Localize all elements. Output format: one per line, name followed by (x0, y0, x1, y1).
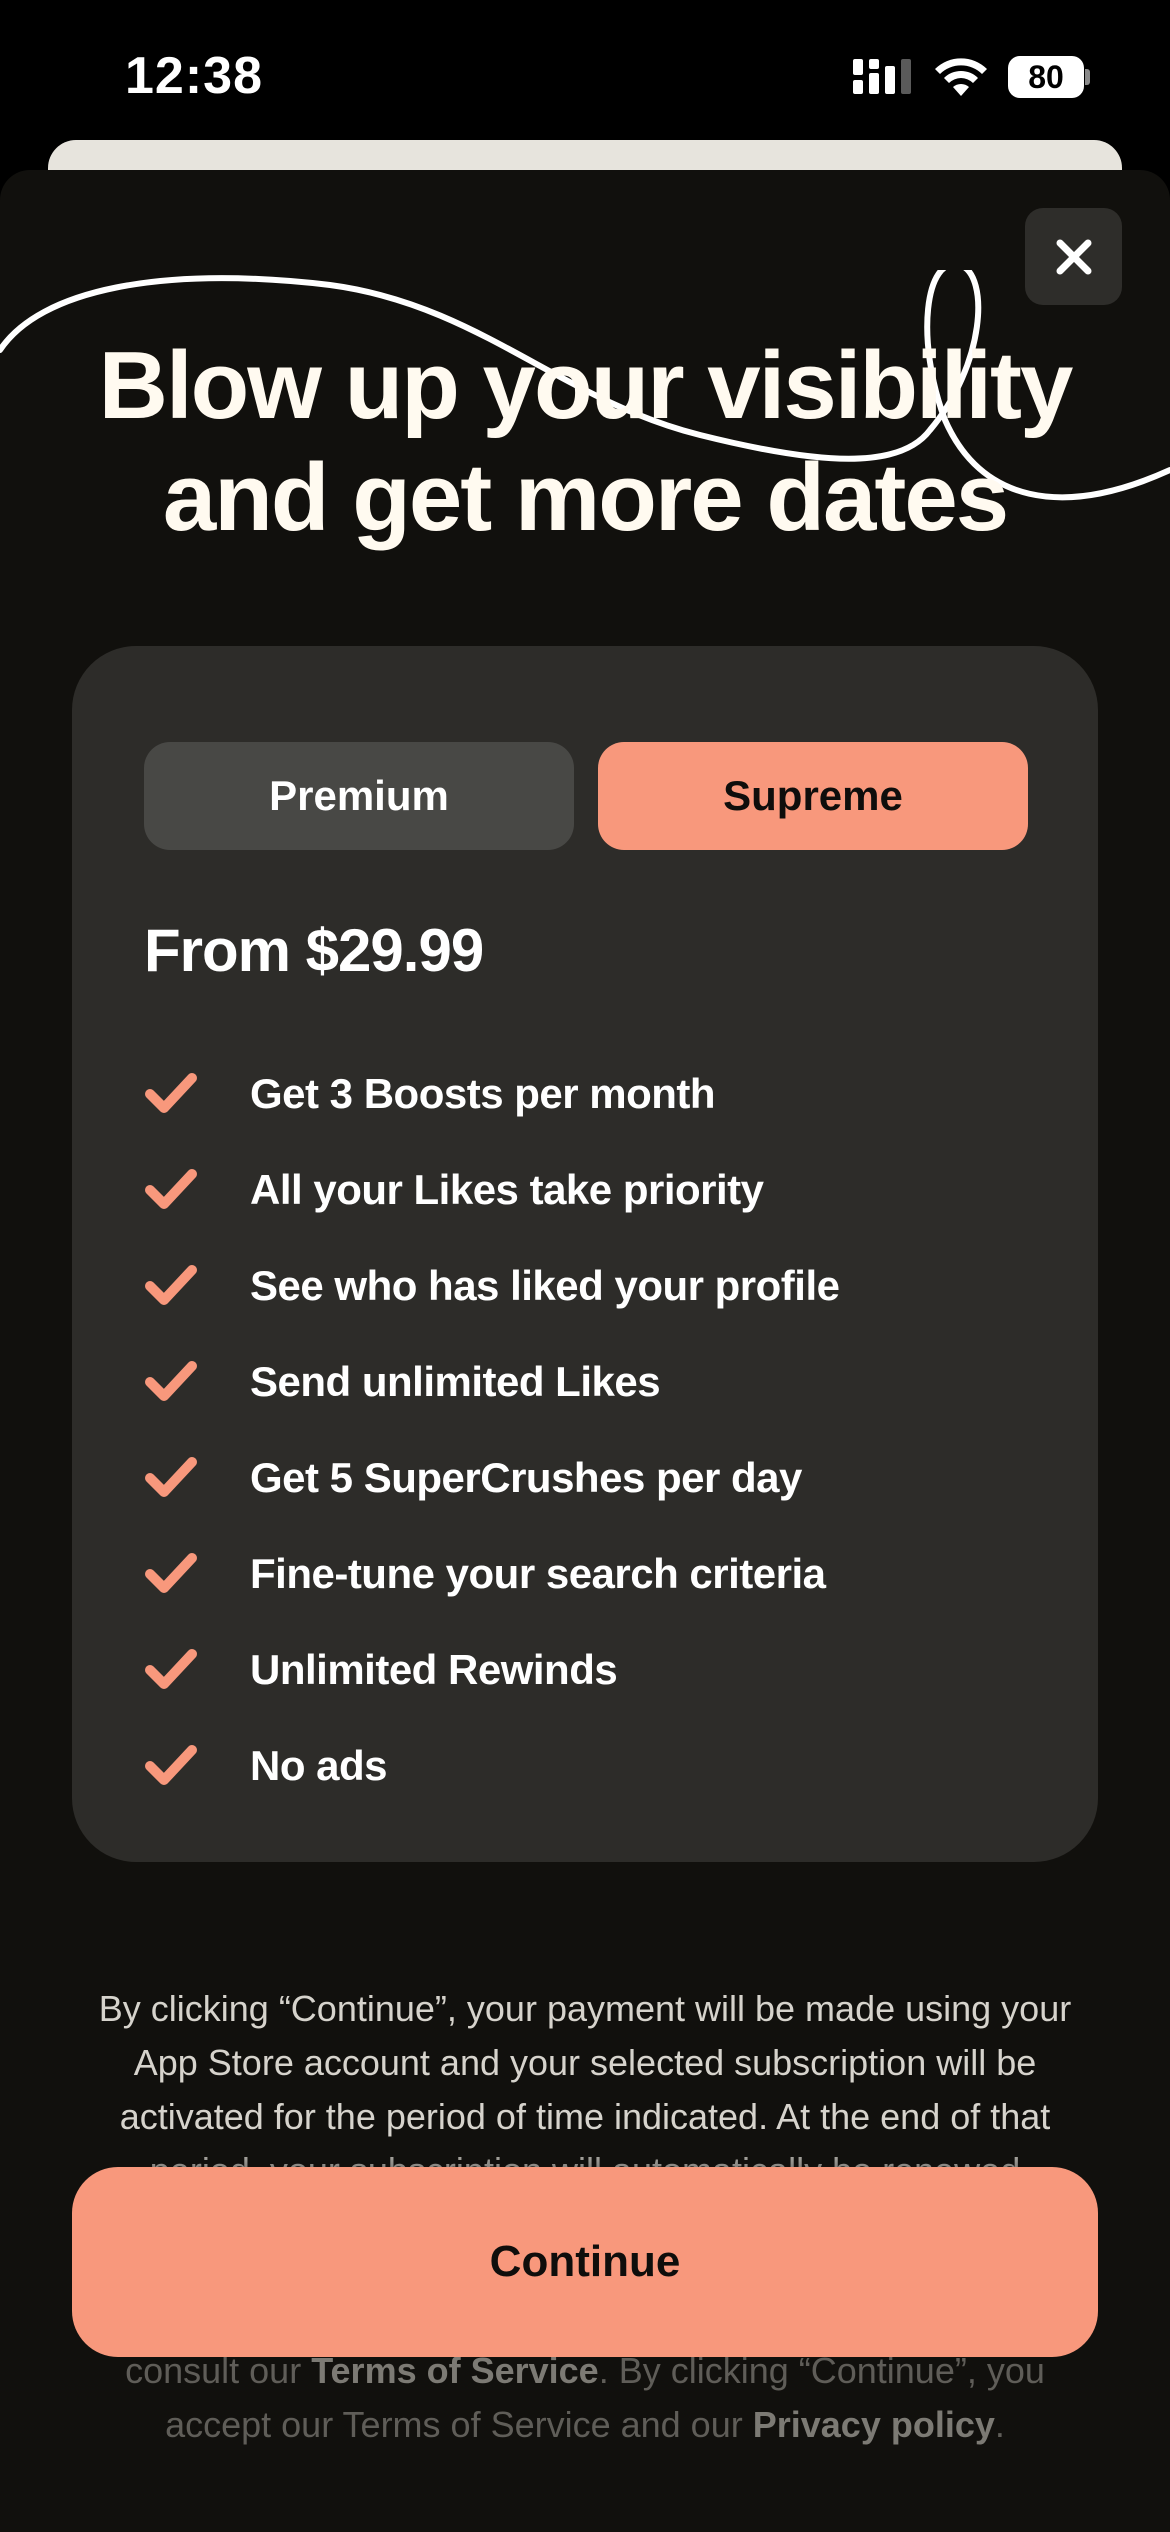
feature-item: Fine-tune your search criteria (144, 1526, 1044, 1622)
battery-level: 80 (1028, 59, 1064, 95)
feature-item: See who has liked your profile (144, 1238, 1044, 1334)
privacy-policy-link[interactable]: Privacy policy (753, 2404, 995, 2445)
feature-label: No ads (250, 1742, 388, 1789)
plan-card: Premium Supreme From $29.99 Get 3 Boosts… (72, 646, 1098, 1862)
feature-item: Unlimited Rewinds (144, 1622, 1044, 1718)
feature-label: Fine-tune your search criteria (250, 1550, 826, 1597)
feature-item: Send unlimited Likes (144, 1334, 1044, 1430)
checkmark-icon (144, 1334, 250, 1430)
checkmark-icon (144, 1526, 250, 1622)
continue-button[interactable]: Continue (72, 2167, 1098, 2357)
checkmark-icon (144, 1718, 250, 1814)
paywall-sheet: Blow up your visibility and get more dat… (0, 170, 1170, 2532)
headline: Blow up your visibility and get more dat… (40, 330, 1130, 554)
feature-label: All your Likes take priority (250, 1166, 764, 1213)
headline-line-1: Blow up your visibility (98, 332, 1074, 439)
feature-label: Get 3 Boosts per month (250, 1070, 716, 1117)
headline-line-2: and get more dates (162, 444, 1009, 551)
feature-item: Get 3 Boosts per month (144, 1046, 1044, 1142)
cellular-signal-icon (853, 59, 911, 94)
feature-label: Unlimited Rewinds (250, 1646, 618, 1693)
checkmark-icon (144, 1622, 250, 1718)
feature-item: Get 5 SuperCrushes per day (144, 1430, 1044, 1526)
feature-label: Get 5 SuperCrushes per day (250, 1454, 802, 1501)
feature-list: Get 3 Boosts per month All your Likes ta… (144, 1046, 1044, 1814)
price-label: From $29.99 (144, 917, 484, 984)
feature-label: See who has liked your profile (250, 1262, 840, 1309)
tab-premium[interactable]: Premium (144, 742, 574, 850)
feature-item: All your Likes take priority (144, 1142, 1044, 1238)
wifi-icon (935, 58, 987, 96)
tab-supreme[interactable]: Supreme (598, 742, 1028, 850)
checkmark-icon (144, 1430, 250, 1526)
checkmark-icon (144, 1046, 250, 1142)
checkmark-icon (144, 1238, 250, 1334)
legal-tail-end: . (994, 2404, 1005, 2445)
battery-icon: 80 (1008, 56, 1090, 98)
checkmark-icon (144, 1142, 250, 1238)
status-bar: 12:38 80 (0, 0, 1170, 150)
status-time: 12:38 (125, 47, 263, 105)
feature-label: Send unlimited Likes (250, 1358, 661, 1405)
feature-item: No ads (144, 1718, 1044, 1814)
legal-text-tail: consult our Terms of Service. By clickin… (70, 2344, 1100, 2452)
